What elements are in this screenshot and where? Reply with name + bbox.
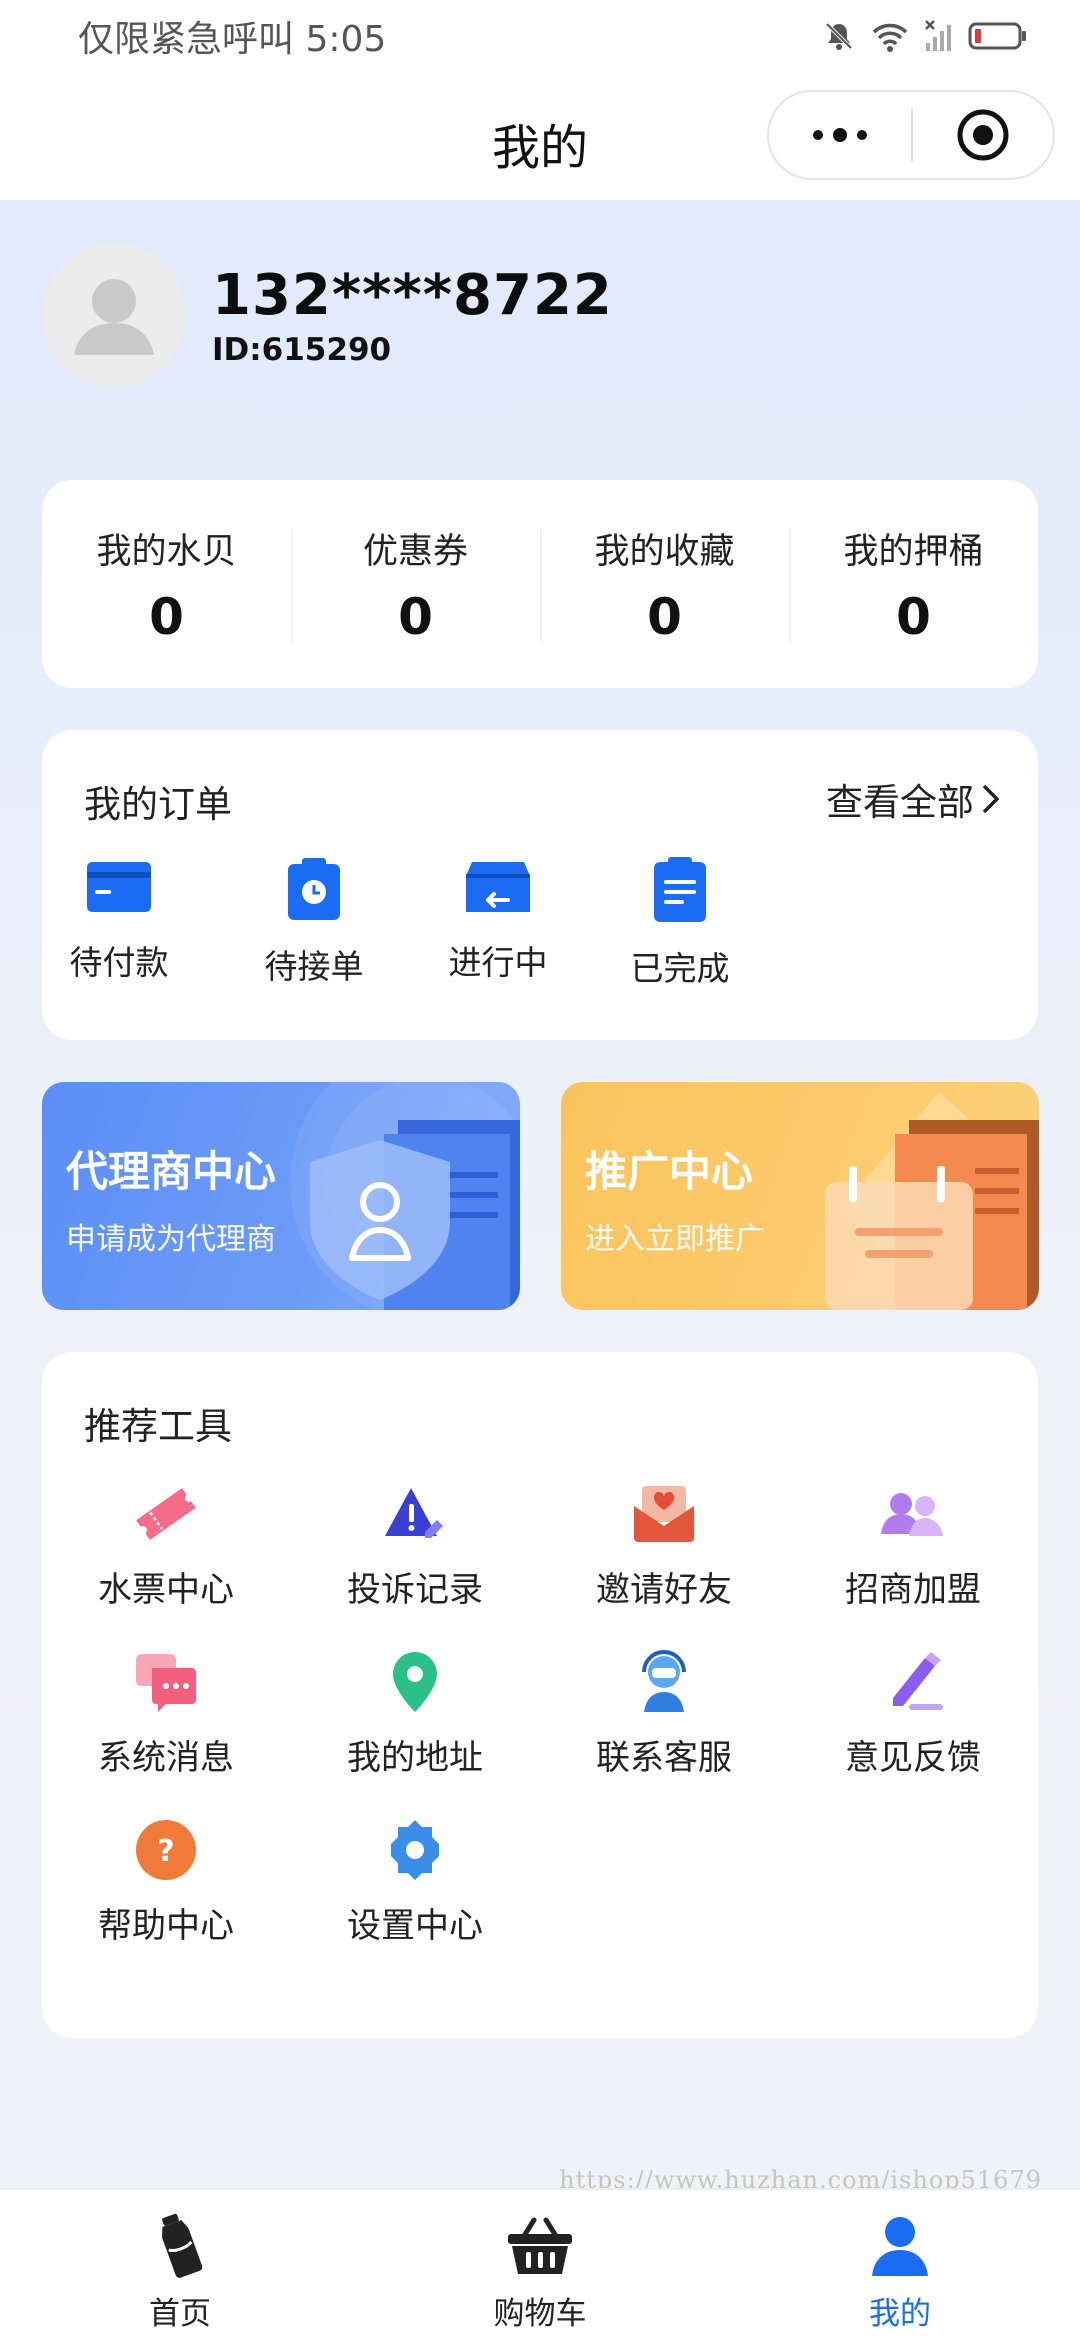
order-item-label: 待付款 [69, 943, 169, 982]
order-awaiting-acceptance[interactable]: 待接单 [234, 856, 394, 988]
more-dots-icon[interactable] [769, 128, 911, 142]
no-signal-icon [925, 20, 951, 51]
stat-value: 0 [896, 587, 931, 646]
tool-label: 招商加盟 [845, 1570, 981, 1610]
tool-invite-friends[interactable]: 邀请好友 [564, 1480, 764, 1611]
tool-label: 投诉记录 [347, 1570, 483, 1610]
bell-muted-icon [825, 22, 853, 50]
user-icon [872, 2217, 928, 2276]
status-icons [822, 19, 1028, 53]
order-completed[interactable]: 已完成 [600, 856, 760, 990]
heart-envelope-icon [634, 1486, 694, 1542]
profile-text: 132****8722 ID:615290 [212, 263, 613, 368]
promotion-center-banner[interactable]: 推广中心 进入立即推广 [561, 1082, 1039, 1310]
stats-card: 我的水贝 0 优惠券 0 我的收藏 0 我的押桶 0 [42, 480, 1038, 688]
tab-label: 首页 [149, 2296, 211, 2332]
gear-icon [391, 1820, 439, 1880]
tool-label: 系统消息 [98, 1738, 234, 1778]
box-return-icon [466, 862, 530, 912]
tools-title: 推荐工具 [84, 1405, 232, 1448]
battery-low-icon [968, 22, 1026, 50]
stat-value: 0 [647, 587, 682, 646]
chevron-right-icon [982, 784, 1000, 814]
agent-banner-subtitle: 申请成为代理商 [66, 1222, 276, 1257]
spread-banner-title: 推广中心 [585, 1147, 754, 1196]
order-item-label: 进行中 [448, 943, 548, 982]
tab-home[interactable]: 首页 [0, 2190, 360, 2340]
tool-feedback[interactable]: 意见反馈 [813, 1648, 1013, 1779]
orders-title: 我的订单 [84, 783, 232, 826]
profile-header[interactable]: 132****8722 ID:615290 [42, 242, 613, 388]
tab-mine[interactable]: 我的 [720, 2190, 1080, 2340]
tab-cart[interactable]: 购物车 [360, 2190, 720, 2340]
stat-label: 我的押桶 [843, 531, 984, 572]
customer-service-icon [642, 1650, 686, 1712]
orders-card: 我的订单 查看全部 待付款 待接单 进行中 已完成 [42, 730, 1038, 1040]
agent-banner-title: 代理商中心 [66, 1147, 277, 1196]
tab-label: 购物车 [493, 2296, 587, 2332]
chat-bubbles-icon [136, 1654, 196, 1712]
order-pending-payment[interactable]: 待付款 [39, 856, 199, 984]
tool-water-ticket[interactable]: 水票中心 [66, 1480, 266, 1611]
people-group-icon [881, 1493, 943, 1536]
tool-label: 联系客服 [596, 1738, 732, 1778]
default-avatar-icon[interactable] [42, 243, 186, 387]
stat-value: 0 [149, 587, 184, 646]
calendar-notes-icon [825, 1092, 1039, 1310]
wallet-card-icon [87, 862, 151, 912]
mini-program-capsule [767, 90, 1055, 180]
order-item-label: 已完成 [630, 949, 730, 988]
tool-label: 邀请好友 [596, 1570, 732, 1610]
location-pin-icon [393, 1652, 437, 1712]
tool-label: 意见反馈 [845, 1738, 981, 1778]
tool-help-center[interactable]: ? 帮助中心 [66, 1816, 266, 1947]
status-bar: 仅限紧急呼叫 5:05 [0, 0, 1080, 72]
stat-label: 优惠券 [362, 531, 468, 572]
stat-favorites[interactable]: 我的收藏 0 [540, 523, 789, 646]
stat-label: 我的水贝 [96, 531, 237, 572]
stat-deposit-buckets[interactable]: 我的押桶 0 [789, 523, 1038, 646]
water-bottle-icon [162, 2213, 203, 2278]
tool-label: 我的地址 [347, 1738, 483, 1778]
ticket-icon [136, 1488, 196, 1540]
question-circle-icon: ? [136, 1820, 196, 1880]
agent-center-banner[interactable]: 代理商中心 申请成为代理商 [42, 1082, 520, 1310]
tool-label: 帮助中心 [98, 1906, 234, 1946]
user-id: ID:615290 [212, 331, 392, 368]
tool-customer-service[interactable]: 联系客服 [564, 1648, 764, 1779]
warning-edit-icon [385, 1488, 443, 1538]
tool-label: 设置中心 [347, 1906, 483, 1946]
tool-label: 水票中心 [98, 1570, 234, 1610]
view-all-label: 查看全部 [826, 781, 974, 824]
view-all-orders-link[interactable]: 查看全部 [826, 772, 1002, 826]
tool-my-address[interactable]: 我的地址 [315, 1648, 515, 1779]
tool-franchise[interactable]: 招商加盟 [813, 1480, 1013, 1611]
bottom-tabbar: 首页 购物车 我的 [0, 2188, 1080, 2340]
tool-system-messages[interactable]: 系统消息 [66, 1648, 266, 1779]
stat-coupons[interactable]: 优惠券 0 [291, 523, 540, 646]
order-in-progress[interactable]: 进行中 [418, 856, 578, 984]
basket-icon [508, 2217, 572, 2274]
nav-bar: 我的 [0, 72, 1080, 200]
status-carrier-time: 仅限紧急呼叫 5:05 [78, 19, 387, 60]
user-phone: 132****8722 [212, 262, 613, 328]
tools-card: 推荐工具 水票中心 投诉记录 邀请好友 招商加盟 系统消息 我的地址 联系客服 … [42, 1352, 1038, 2038]
tool-complaints[interactable]: 投诉记录 [315, 1480, 515, 1611]
shield-user-icon [290, 1082, 520, 1310]
wifi-icon [872, 23, 908, 52]
tool-settings-center[interactable]: 设置中心 [315, 1816, 515, 1947]
document-done-icon [654, 857, 706, 922]
clipboard-clock-icon [288, 858, 340, 920]
stat-label: 我的收藏 [594, 531, 735, 572]
tab-label: 我的 [869, 2296, 931, 2332]
stat-water-shells[interactable]: 我的水贝 0 [42, 523, 291, 646]
close-target-icon[interactable] [913, 107, 1053, 163]
stat-value: 0 [398, 587, 433, 646]
svg-text:?: ? [157, 1834, 174, 1869]
order-item-label: 待接单 [264, 947, 364, 986]
pencil-feedback-icon [893, 1652, 943, 1710]
spread-banner-subtitle: 进入立即推广 [585, 1222, 765, 1257]
